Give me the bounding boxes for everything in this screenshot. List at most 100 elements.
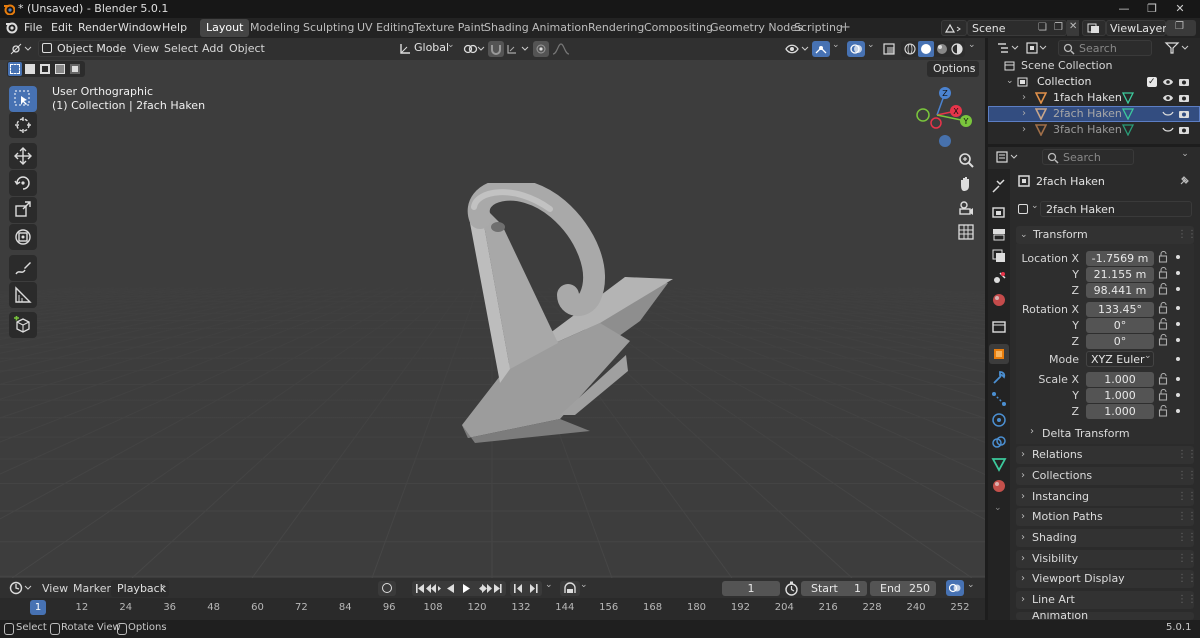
- camera-icon[interactable]: [1178, 92, 1190, 103]
- drag-handle-icon[interactable]: ⋮⋮: [1177, 226, 1197, 244]
- tool-transform[interactable]: [9, 224, 37, 250]
- timeline-menu-marker[interactable]: Marker: [73, 580, 111, 598]
- snap-target-icon[interactable]: [506, 42, 530, 56]
- overlays-toggle[interactable]: [847, 41, 865, 57]
- rendered-shading-icon[interactable]: [951, 43, 963, 55]
- drag-handle-icon[interactable]: ⋮⋮: [1177, 488, 1197, 506]
- frame-tick-label[interactable]: 72: [286, 602, 316, 613]
- menu-window[interactable]: Window: [118, 21, 161, 34]
- view-layer-field[interactable]: ViewLayer: [1106, 20, 1167, 36]
- timeline-overlay-chevron-icon[interactable]: ⌄: [967, 580, 975, 590]
- menu-object[interactable]: Object: [229, 40, 265, 58]
- delete-scene-button[interactable]: ✕: [1067, 20, 1079, 36]
- hook-model[interactable]: [440, 183, 690, 443]
- animation-panel-header[interactable]: Animation: [1016, 612, 1194, 620]
- scale-y-field[interactable]: 1.000: [1086, 388, 1154, 403]
- close-button[interactable]: ✕: [1166, 1, 1194, 17]
- auto-keying-button[interactable]: [560, 581, 580, 596]
- wireframe-shading-icon[interactable]: [904, 43, 916, 55]
- delta-transform-subpanel[interactable]: › Delta Transform: [1026, 426, 1186, 442]
- output-tab-icon[interactable]: [991, 226, 1007, 242]
- world-tab-icon[interactable]: [991, 292, 1007, 308]
- properties-search-field[interactable]: Search: [1042, 149, 1134, 165]
- scene-type-button[interactable]: [941, 20, 967, 36]
- lock-icon[interactable]: [1158, 373, 1168, 385]
- render-tab-icon[interactable]: [991, 204, 1007, 220]
- menu-file[interactable]: File: [24, 21, 42, 34]
- editor-type-button[interactable]: [8, 40, 34, 58]
- playback-dropdown[interactable]: Playback ⌄: [111, 580, 169, 597]
- frame-tick-label[interactable]: 204: [769, 602, 799, 613]
- blender-menu-icon[interactable]: [5, 21, 18, 34]
- chevron-right-icon[interactable]: ›: [1022, 122, 1026, 138]
- snap-toggle[interactable]: [488, 41, 504, 57]
- frame-tick-label[interactable]: 168: [638, 602, 668, 613]
- proportional-edit-toggle[interactable]: [533, 41, 549, 57]
- shading-dropdown-chevron-icon[interactable]: ⌄: [968, 40, 976, 50]
- outliner-search-field[interactable]: Search: [1058, 40, 1152, 56]
- tool-move[interactable]: [9, 143, 37, 169]
- tool-rotate[interactable]: [9, 170, 37, 196]
- chevron-down-icon[interactable]: ⌄: [1006, 73, 1014, 89]
- motion-paths-panel-header[interactable]: › Motion Paths ⋮⋮: [1016, 508, 1197, 526]
- rotation-y-field[interactable]: 0°: [1086, 318, 1154, 333]
- material-shading-icon[interactable]: [936, 43, 948, 55]
- outliner-collection-row[interactable]: ⌄ Collection ✓: [988, 74, 1200, 90]
- timeline-editor-type-button[interactable]: [8, 580, 34, 596]
- object-mode-dropdown[interactable]: Object Mode ⌄: [38, 40, 126, 57]
- visibility-dropdown[interactable]: [784, 41, 810, 57]
- keyframe-dot-icon[interactable]: [1176, 271, 1180, 275]
- scene-name-field[interactable]: Scene ❏ ❐: [967, 20, 1067, 36]
- record-button[interactable]: [378, 581, 396, 596]
- keyframe-dot-icon[interactable]: [1176, 393, 1180, 397]
- transform-orientation-dropdown[interactable]: Global ⌄: [397, 40, 457, 57]
- view-layer-type-button[interactable]: [1082, 20, 1106, 36]
- zoom-icon[interactable]: [956, 150, 976, 170]
- viewport-display-panel-header[interactable]: › Viewport Display ⋮⋮: [1016, 570, 1197, 588]
- properties-options-chevron-icon[interactable]: ⌄: [1178, 149, 1192, 163]
- keyframe-jump-controls[interactable]: [510, 581, 542, 596]
- frame-tick-label[interactable]: 12: [67, 602, 97, 613]
- frame-tick-label[interactable]: 144: [550, 602, 580, 613]
- frame-tick-label[interactable]: 84: [330, 602, 360, 613]
- rotation-mode-dropdown[interactable]: XYZ Euler ⌄: [1086, 351, 1154, 367]
- tool-add-cube[interactable]: [9, 312, 37, 338]
- options-dropdown[interactable]: Options ⌄: [927, 61, 979, 77]
- stopwatch-icon[interactable]: [784, 581, 799, 596]
- chevron-right-icon[interactable]: ›: [1022, 106, 1026, 122]
- frame-tick-label[interactable]: 120: [462, 602, 492, 613]
- tool-cursor[interactable]: [9, 112, 37, 138]
- menu-edit[interactable]: Edit: [51, 21, 72, 34]
- frame-tick-label[interactable]: 228: [857, 602, 887, 613]
- relations-panel-header[interactable]: › Relations ⋮⋮: [1016, 446, 1197, 464]
- scene-tab-icon[interactable]: [991, 270, 1007, 286]
- view-layer-copy-button[interactable]: ❐: [1166, 20, 1196, 36]
- keyframe-dot-icon[interactable]: [1176, 409, 1180, 413]
- keyframe-dot-icon[interactable]: [1176, 322, 1180, 326]
- pivot-point-icon[interactable]: [463, 42, 485, 56]
- lock-icon[interactable]: [1158, 283, 1168, 295]
- camera-icon[interactable]: [1178, 124, 1190, 135]
- frame-tick-label[interactable]: 60: [243, 602, 273, 613]
- falloff-icon[interactable]: [551, 42, 573, 56]
- keyframe-dot-icon[interactable]: [1176, 255, 1180, 259]
- shading-panel-header[interactable]: › Shading ⋮⋮: [1016, 529, 1197, 547]
- outliner-object-row[interactable]: › 1fach Haken: [988, 90, 1200, 106]
- frame-tick-label[interactable]: 108: [418, 602, 448, 613]
- keying-chevron-icon[interactable]: ⌄: [545, 580, 553, 590]
- location-z-field[interactable]: 98.441 m: [1086, 283, 1154, 298]
- keyframe-dot-icon[interactable]: [1176, 287, 1180, 291]
- drag-handle-icon[interactable]: ⋮⋮: [1177, 446, 1197, 464]
- gizmo-dropdown-chevron-icon[interactable]: ⌄: [832, 40, 840, 50]
- drag-handle-icon[interactable]: ⋮⋮: [1177, 591, 1197, 609]
- frame-tick-label[interactable]: 252: [945, 602, 975, 613]
- select-extend-icon[interactable]: [25, 64, 35, 74]
- tool-settings-tab-icon[interactable]: [991, 178, 1007, 194]
- rotation-z-field[interactable]: 0°: [1086, 334, 1154, 349]
- perspective-grid-icon[interactable]: [956, 222, 976, 242]
- collection-tab-icon[interactable]: [991, 319, 1007, 335]
- mesh-data-tab-icon[interactable]: [991, 456, 1007, 472]
- maximize-button[interactable]: ❐: [1138, 1, 1166, 17]
- menu-render[interactable]: Render: [78, 21, 117, 34]
- view-layer-tab-icon[interactable]: [991, 248, 1007, 264]
